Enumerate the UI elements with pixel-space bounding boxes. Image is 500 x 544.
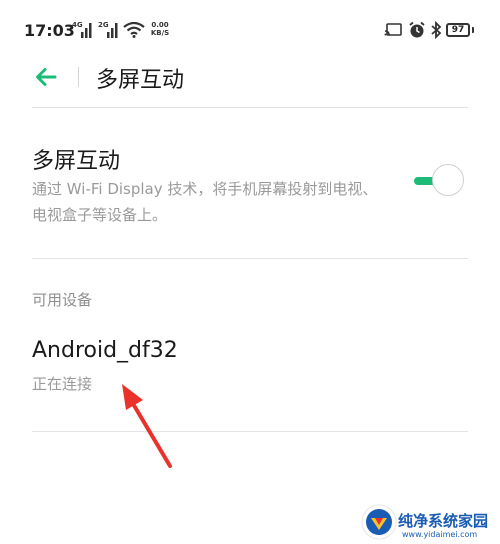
device-status: 正在连接 [32, 375, 93, 393]
network-speed: 0.00 KB/S [150, 21, 170, 37]
bluetooth-icon [431, 21, 442, 39]
setting-description: 通过 Wi-Fi Display 技术，将手机屏幕投射到电视、电视盒子等设备上。 [32, 180, 378, 224]
section-divider [32, 258, 468, 259]
arrow-left-icon [36, 68, 57, 86]
toggle-thumb [432, 164, 464, 196]
watermark-url: www.yidaimei.com [402, 530, 478, 539]
status-bar: 17:03 4G 2G 0.00 KB/S 97 [0, 0, 500, 60]
setting-title: 多屏互动 [32, 149, 121, 174]
wifi-icon [123, 22, 145, 38]
page-title: 多屏互动 [96, 68, 185, 93]
device-name: Android_df32 [32, 338, 178, 363]
cast-icon [384, 23, 402, 36]
battery-cap [472, 27, 474, 33]
battery-icon: 97 [446, 23, 470, 37]
multi-screen-toggle[interactable] [412, 162, 468, 200]
watermark-text: 纯净系统家园 [398, 512, 489, 530]
back-button[interactable] [33, 64, 59, 90]
annotation-arrow [122, 384, 172, 468]
available-devices-label: 可用设备 [32, 291, 93, 309]
status-time: 17:03 [24, 21, 75, 40]
device-divider [32, 431, 468, 432]
header-divider [78, 67, 79, 87]
header-divider-line [32, 107, 468, 108]
watermark-logo-icon [361, 504, 397, 540]
alarm-icon [409, 21, 425, 38]
